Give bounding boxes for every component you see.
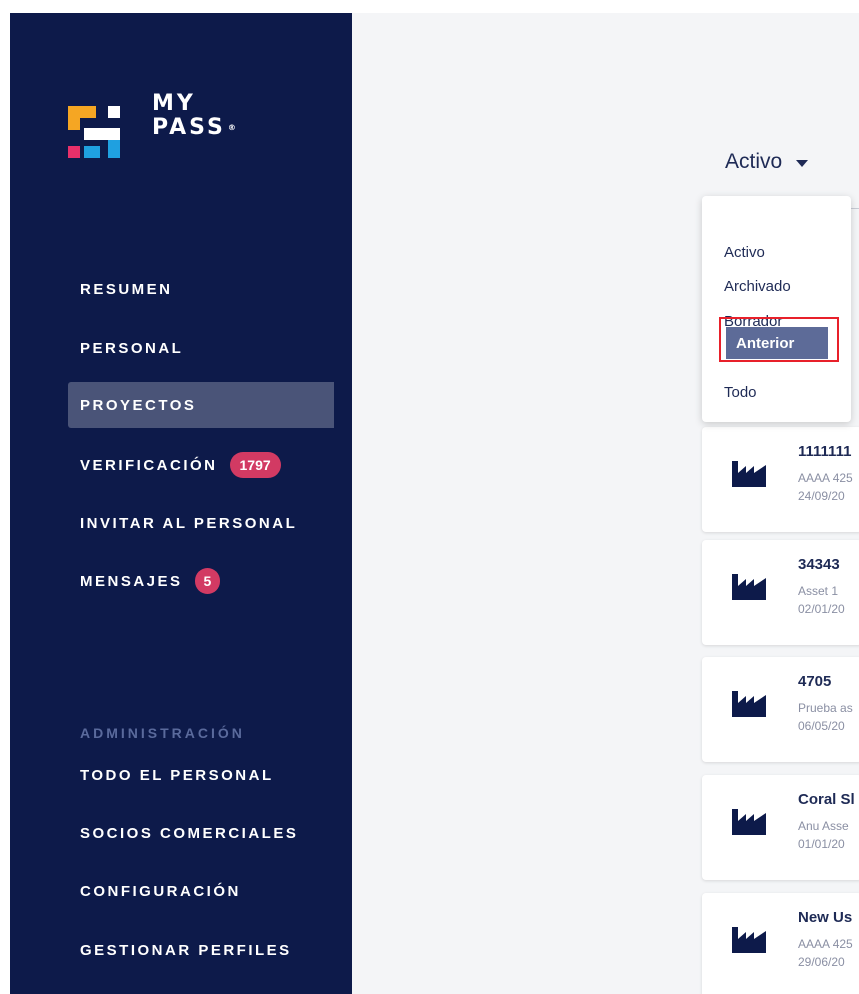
dropdown-option-archivado[interactable]: Archivado — [724, 278, 791, 295]
factory-icon — [732, 809, 766, 835]
nav-label: GESTIONAR PERFILES — [80, 941, 292, 959]
logo-text: MY PASS ® — [152, 92, 239, 140]
nav-label: TODO EL PERSONAL — [80, 766, 274, 784]
nav-label: CONFIGURACIÓN — [80, 882, 241, 900]
status-filter-value: Activo — [725, 150, 783, 173]
nav-label: MENSAJES — [80, 572, 183, 590]
project-card[interactable]: New Us AAAA 425 29/06/20 — [702, 893, 859, 994]
nav-label: PROYECTOS — [80, 396, 197, 414]
nav-resumen[interactable]: RESUMEN — [68, 266, 173, 312]
verificacion-count-badge: 1797 — [229, 452, 281, 478]
mypass-logo[interactable]: MY PASS ® — [68, 92, 268, 162]
mypass-logo-icon — [68, 106, 120, 158]
nav-verificacion[interactable]: VERIFICACIÓN 1797 — [68, 442, 281, 488]
nav-configuracion[interactable]: CONFIGURACIÓN — [68, 868, 241, 914]
dropdown-option-activo[interactable]: Activo — [724, 244, 765, 261]
project-title: 34343 — [798, 556, 840, 573]
nav-todo-el-personal[interactable]: TODO EL PERSONAL — [68, 752, 274, 798]
project-card[interactable]: 4705 Prueba as 06/05/20 — [702, 657, 859, 762]
status-filter-select[interactable]: Activo — [725, 150, 809, 174]
project-card[interactable]: 34343 Asset 1 02/01/20 — [702, 540, 859, 645]
project-title: 4705 — [798, 673, 832, 690]
nav-mensajes[interactable]: MENSAJES 5 — [68, 558, 221, 604]
project-date: 24/09/20 — [798, 489, 845, 503]
project-date: 02/01/20 — [798, 602, 845, 616]
nav-invitar-personal[interactable]: INVITAR AL PERSONAL — [68, 500, 297, 546]
admin-section-heading: ADMINISTRACIÓN — [80, 725, 245, 741]
nav-label: VERIFICACIÓN — [80, 456, 218, 474]
project-date: 06/05/20 — [798, 719, 845, 733]
project-title: 1111111 — [798, 443, 852, 460]
project-asset: AAAA 425 — [798, 937, 853, 951]
project-asset: Asset 1 — [798, 584, 839, 598]
factory-icon — [732, 574, 766, 600]
project-title: New Us — [798, 909, 853, 926]
project-asset: AAAA 425 — [798, 471, 853, 485]
nav-label: PERSONAL — [80, 339, 184, 357]
factory-icon — [732, 691, 766, 717]
nav-label: RESUMEN — [80, 280, 173, 298]
sidebar: MY PASS ® RESUMEN PERSONAL PROYECTOS VERI… — [10, 13, 352, 994]
nav-personal[interactable]: PERSONAL — [68, 325, 183, 371]
mensajes-count-badge: 5 — [194, 568, 221, 594]
status-dropdown-menu: Activo Archivado Borrador Anterior Todo — [702, 196, 851, 422]
nav-gestionar-perfiles[interactable]: GESTIONAR PERFILES — [68, 927, 292, 973]
factory-icon — [732, 461, 766, 487]
logo-registered: ® — [227, 123, 239, 132]
caret-down-icon — [796, 159, 809, 167]
logo-line-2: PASS ® — [152, 115, 239, 140]
project-card[interactable]: 1111111 AAAA 425 24/09/20 — [702, 427, 859, 532]
project-card[interactable]: Coral Sl Anu Asse 01/01/20 — [702, 775, 859, 880]
project-title: Coral Sl — [798, 791, 855, 808]
nav-proyectos[interactable]: PROYECTOS — [68, 382, 334, 428]
project-asset: Anu Asse — [798, 819, 849, 833]
project-date: 29/06/20 — [798, 955, 845, 969]
nav-label: INVITAR AL PERSONAL — [80, 514, 298, 532]
main-content: Activo 1111111 AAAA 425 24/09/20 34343 A… — [352, 13, 859, 994]
nav-label: SOCIOS COMERCIALES — [80, 824, 299, 842]
project-date: 01/01/20 — [798, 837, 845, 851]
factory-icon — [732, 927, 766, 953]
dropdown-option-todo[interactable]: Todo — [724, 384, 757, 401]
highlight-annotation-box — [719, 317, 839, 362]
nav-socios-comerciales[interactable]: SOCIOS COMERCIALES — [68, 810, 298, 856]
logo-line-1: MY — [152, 91, 196, 116]
app-window: MY PASS ® RESUMEN PERSONAL PROYECTOS VERI… — [0, 0, 859, 994]
project-asset: Prueba as — [798, 701, 853, 715]
